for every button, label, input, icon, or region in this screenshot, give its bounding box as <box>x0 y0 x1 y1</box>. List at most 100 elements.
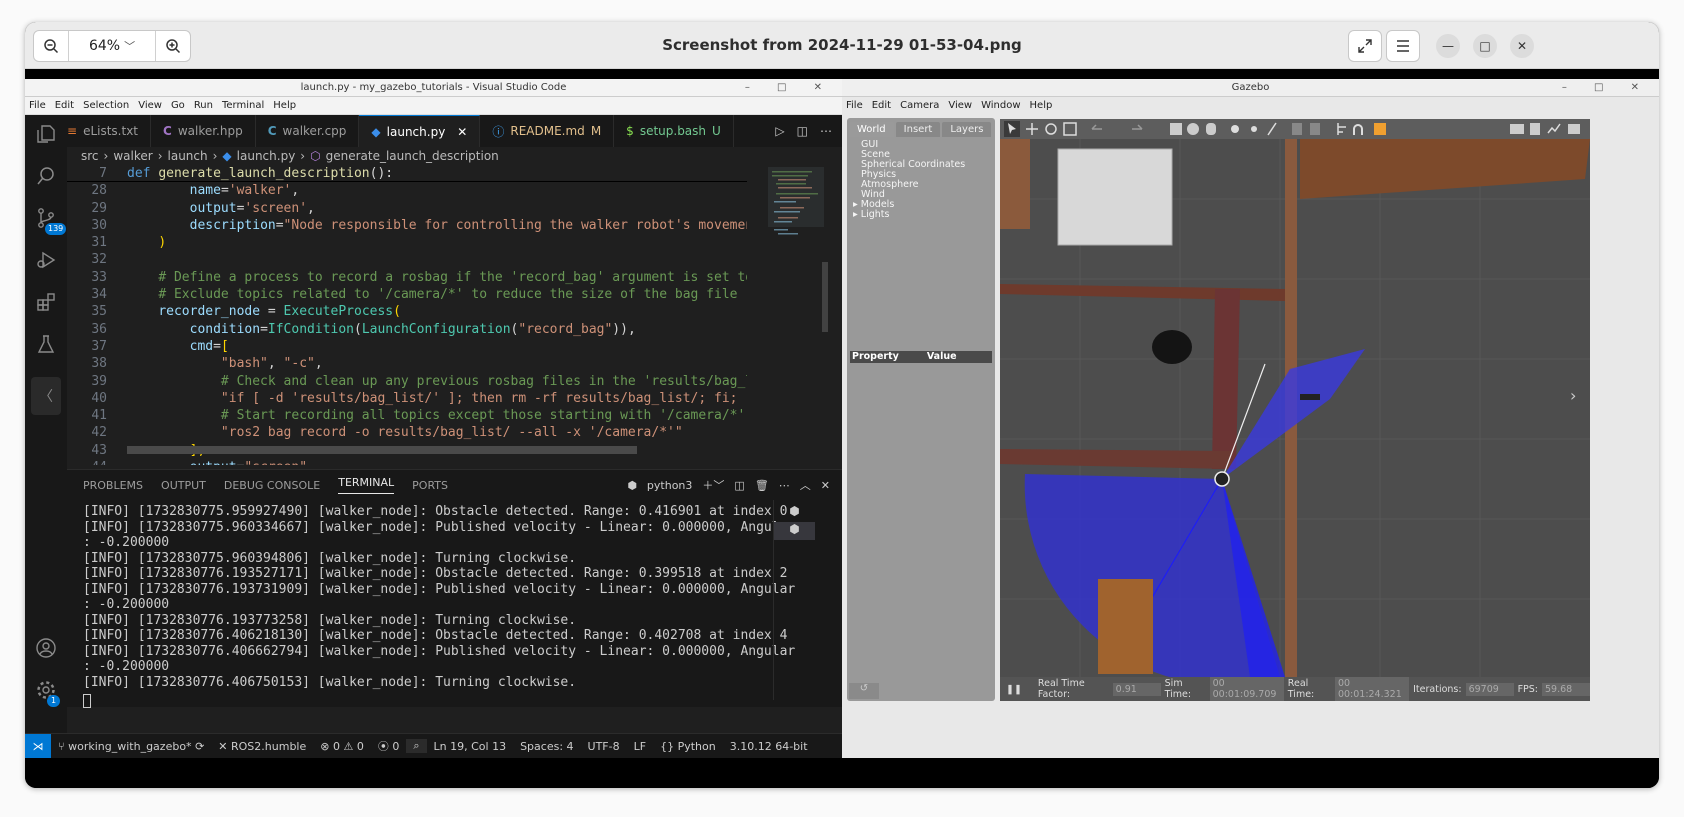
gazebo-window-controls[interactable]: – □ ✕ <box>1562 79 1651 97</box>
accounts-button[interactable] <box>25 629 67 667</box>
fullscreen-button[interactable] <box>1348 30 1382 62</box>
gazebo-3d-viewport[interactable]: › <box>1000 139 1590 677</box>
sidebar-toggle-button[interactable]: 〈 <box>31 377 61 415</box>
tab-layers[interactable]: Layers <box>942 122 992 137</box>
testing-button[interactable] <box>25 325 67 363</box>
explorer-button[interactable] <box>25 115 67 153</box>
box-icon[interactable] <box>1170 123 1182 135</box>
cylinder-icon[interactable] <box>1206 123 1216 135</box>
rewind-icon[interactable]: ↺ <box>849 683 879 699</box>
manage-button[interactable]: 1 <box>25 671 67 709</box>
tab-walker-cpp[interactable]: Cwalker.cpp <box>256 115 360 147</box>
run-icon[interactable]: ▷ <box>775 124 784 138</box>
cursor-position[interactable]: Ln 19, Col 13 <box>427 740 514 753</box>
tab-terminal[interactable]: TERMINAL <box>338 476 395 494</box>
rotate-icon[interactable] <box>1045 123 1057 135</box>
ros-status[interactable]: ✕ ROS2.humble <box>211 740 313 753</box>
menu-run[interactable]: Run <box>194 97 213 114</box>
tab-setup-bash[interactable]: $ setup.bash U <box>614 115 734 147</box>
breadcrumb-item[interactable]: launch <box>168 149 208 163</box>
tab-problems[interactable]: PROBLEMS <box>83 479 143 492</box>
menu-selection[interactable]: Selection <box>83 97 129 114</box>
minimize-button[interactable]: — <box>1436 34 1460 58</box>
extensions-button[interactable] <box>25 283 67 321</box>
spot-light-icon[interactable] <box>1267 122 1277 136</box>
horizontal-scrollbar[interactable] <box>127 446 637 454</box>
problems-status[interactable]: ⊗ 0 ⚠ 0 <box>313 740 371 753</box>
tab-debug-console[interactable]: DEBUG CONSOLE <box>224 479 320 492</box>
tab-walker-hpp[interactable]: Cwalker.hpp <box>151 115 256 147</box>
menu-help[interactable]: Help <box>1030 97 1053 115</box>
change-view-icon[interactable] <box>1374 123 1386 135</box>
line-ending[interactable]: LF <box>627 740 653 753</box>
close-button[interactable]: ✕ <box>1510 34 1534 58</box>
menu-help[interactable]: Help <box>273 97 296 114</box>
menu-edit[interactable]: Edit <box>872 97 891 115</box>
split-terminal-icon[interactable]: ◫ <box>734 479 744 492</box>
video-record-icon[interactable] <box>1568 124 1580 134</box>
tab-output[interactable]: OUTPUT <box>161 479 206 492</box>
language-mode[interactable]: {} Python <box>653 740 723 753</box>
remote-indicator[interactable]: ⋊ <box>25 733 51 758</box>
tab-close-icon[interactable]: ✕ <box>457 125 467 139</box>
redo-icon[interactable] <box>1132 124 1143 130</box>
translate-icon[interactable] <box>1026 123 1038 135</box>
select-icon[interactable] <box>1004 121 1020 137</box>
menu-file[interactable]: File <box>29 97 46 114</box>
split-editor-icon[interactable]: ◫ <box>797 124 808 138</box>
breadcrumb-item[interactable]: generate_launch_description <box>326 149 499 163</box>
menu-go[interactable]: Go <box>171 97 185 114</box>
breadcrumb-item[interactable]: walker <box>113 149 152 163</box>
menu-edit[interactable]: Edit <box>55 97 74 114</box>
snap-icon[interactable] <box>1353 124 1363 135</box>
indentation[interactable]: Spaces: 4 <box>513 740 580 753</box>
run-debug-button[interactable] <box>25 241 67 279</box>
main-menu-button[interactable] <box>1386 30 1420 62</box>
close-panel-icon[interactable]: ✕ <box>821 479 830 492</box>
tab-readme[interactable]: ⓘ README.md M <box>480 115 615 147</box>
copy-icon[interactable] <box>1292 123 1302 135</box>
ports-status[interactable]: ⦿ 0 <box>371 738 407 754</box>
point-light-icon[interactable] <box>1251 126 1257 132</box>
menu-view[interactable]: View <box>948 97 972 115</box>
tab-insert[interactable]: Insert <box>895 122 941 137</box>
terminal-output[interactable]: [INFO] [1732830775.959927490] [walker_no… <box>83 504 795 690</box>
vscode-window-controls[interactable]: – □ ✕ <box>745 79 834 97</box>
search-button[interactable] <box>25 157 67 195</box>
minimap[interactable] <box>768 167 828 467</box>
trash-icon[interactable]: 🗑 <box>755 479 769 492</box>
tab-launch-py[interactable]: ◆ launch.py ✕ <box>359 115 481 147</box>
tab-cmakelists[interactable]: ≡ eLists.txt <box>67 115 151 147</box>
terminal-instance-icon[interactable]: ⬢ <box>774 504 815 522</box>
zoom-status[interactable]: ⌕ <box>406 739 427 753</box>
scale-icon[interactable] <box>1063 122 1077 136</box>
python-interpreter[interactable]: 3.10.12 64-bit <box>723 740 815 753</box>
encoding[interactable]: UTF-8 <box>581 740 627 753</box>
tab-ports[interactable]: PORTS <box>412 479 448 492</box>
more-icon[interactable]: ⋯ <box>779 479 790 492</box>
align-icon[interactable] <box>1337 123 1346 135</box>
terminal-name[interactable]: python3 <box>647 479 692 492</box>
terminal-instance-icon[interactable]: ⬢ <box>774 522 815 540</box>
breadcrumb-item[interactable]: launch.py <box>237 149 296 163</box>
paste-icon[interactable] <box>1310 123 1320 135</box>
tree-item-lights[interactable]: ▸ Lights <box>853 210 995 220</box>
pause-button[interactable]: ❚❚ <box>1000 684 1028 695</box>
tab-world[interactable]: World <box>849 122 894 137</box>
code-editor[interactable]: 7 def generate_launch_description(): 28 n… <box>67 165 747 465</box>
chevron-right-icon[interactable]: › <box>1570 386 1576 405</box>
screenshot-icon[interactable] <box>1510 124 1524 134</box>
undo-icon[interactable] <box>1091 124 1102 130</box>
menu-window[interactable]: Window <box>981 97 1020 115</box>
log-icon[interactable] <box>1530 123 1540 135</box>
maximize-button[interactable]: □ <box>1473 34 1497 58</box>
breadcrumb-item[interactable]: src <box>81 149 99 163</box>
menu-file[interactable]: File <box>846 97 863 115</box>
menu-view[interactable]: View <box>138 97 162 114</box>
branch-status[interactable]: ⑂ working_with_gazebo* ⟳ <box>51 740 211 753</box>
source-control-button[interactable]: 139 <box>25 199 67 237</box>
new-terminal-icon[interactable]: ＋﹀ <box>702 477 724 493</box>
menu-terminal[interactable]: Terminal <box>222 97 264 114</box>
plot-icon[interactable] <box>1547 123 1561 134</box>
more-icon[interactable]: ⋯ <box>820 124 832 138</box>
